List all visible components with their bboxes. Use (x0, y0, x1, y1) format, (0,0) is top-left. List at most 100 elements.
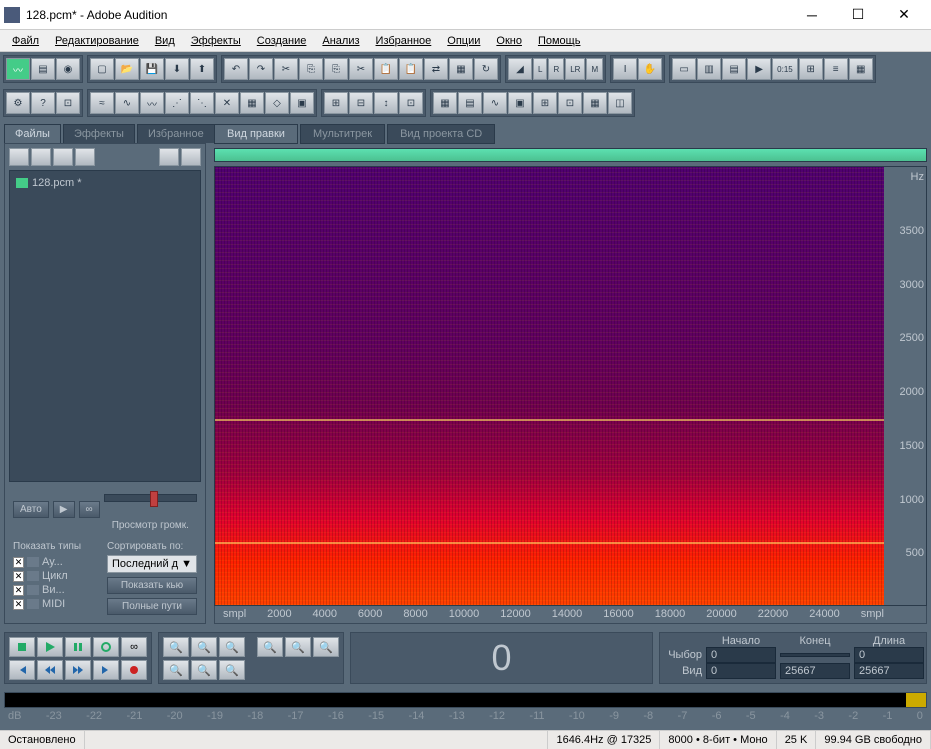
convert-icon[interactable]: ⇄ (424, 58, 448, 80)
mix-paste-icon[interactable]: 📋 (399, 58, 423, 80)
import-icon[interactable]: ⬇ (165, 58, 189, 80)
panel1-icon[interactable]: ▥ (697, 58, 721, 80)
spectral-icon[interactable]: ◢ (508, 58, 532, 80)
zoom-out-v-icon[interactable]: 🔍 (191, 660, 217, 680)
view5-icon[interactable]: ⊞ (533, 92, 557, 114)
sel-length-input[interactable]: 0 (854, 647, 924, 663)
waveform-mode-icon[interactable]: 〰 (6, 58, 30, 80)
zoom-full-icon[interactable]: 🔍 (219, 637, 245, 657)
forward-button[interactable] (65, 660, 91, 680)
dock-icon[interactable]: ▭ (672, 58, 696, 80)
file-list[interactable]: 128.pcm * (9, 170, 201, 482)
go-start-button[interactable] (9, 660, 35, 680)
fx5-icon[interactable]: ⋱ (190, 92, 214, 114)
view2-icon[interactable]: ▤ (458, 92, 482, 114)
level-meter[interactable] (4, 692, 927, 708)
sel-end-input[interactable] (780, 653, 850, 657)
rewind-button[interactable] (37, 660, 63, 680)
insert-file-icon[interactable] (53, 148, 73, 166)
cd-mode-icon[interactable]: ◉ (56, 58, 80, 80)
save-icon[interactable]: 💾 (140, 58, 164, 80)
menu-view[interactable]: Вид (149, 33, 181, 49)
loop-icon[interactable]: ↻ (474, 58, 498, 80)
transport-icon[interactable]: ▶ (747, 58, 771, 80)
cursor-icon[interactable]: I (613, 58, 637, 80)
chan-both-icon[interactable]: LR (565, 58, 585, 80)
menu-window[interactable]: Окно (490, 33, 528, 49)
chan-mix-icon[interactable]: M (586, 58, 603, 80)
zoom-sel-icon[interactable]: 🔍 (257, 637, 283, 657)
play-to-end-button[interactable]: ∞ (121, 637, 147, 657)
meter-icon[interactable]: ≡ (824, 58, 848, 80)
trim-icon[interactable]: ✂ (274, 58, 298, 80)
view6-icon[interactable]: ⊡ (558, 92, 582, 114)
help-icon[interactable]: ? (31, 92, 55, 114)
multitrack-mode-icon[interactable]: ▤ (31, 58, 55, 80)
sel-icon[interactable]: ⊞ (799, 58, 823, 80)
loop-preview-icon[interactable]: ∞ (79, 501, 100, 518)
play-preview-icon[interactable]: ▶ (53, 501, 75, 518)
fx4-icon[interactable]: ⋰ (165, 92, 189, 114)
tab-favorites[interactable]: Избранное (137, 124, 215, 143)
fx2-icon[interactable]: ∿ (115, 92, 139, 114)
type-video[interactable]: ✕Ви... (13, 583, 103, 597)
chan-right-icon[interactable]: R (548, 58, 564, 80)
sel-start-input[interactable]: 0 (706, 647, 776, 663)
import-file-icon[interactable] (9, 148, 29, 166)
zoom-in-v-icon[interactable]: 🔍 (163, 660, 189, 680)
play-button[interactable] (37, 637, 63, 657)
panel2-icon[interactable]: ▤ (722, 58, 746, 80)
redo-icon[interactable]: ↷ (249, 58, 273, 80)
auto-button[interactable]: Авто (13, 501, 49, 518)
paste-icon[interactable]: 📋 (374, 58, 398, 80)
close-button[interactable]: ✕ (881, 1, 927, 29)
view3-icon[interactable]: ∿ (483, 92, 507, 114)
close-file-icon[interactable] (31, 148, 51, 166)
view8-icon[interactable]: ◫ (608, 92, 632, 114)
copy-icon[interactable]: ⎘ (299, 58, 323, 80)
view1-icon[interactable]: ▦ (433, 92, 457, 114)
menu-file[interactable]: Файл (6, 33, 45, 49)
fx3-icon[interactable]: 〰 (140, 92, 164, 114)
new-icon[interactable]: ▢ (90, 58, 114, 80)
undo-icon[interactable]: ↶ (224, 58, 248, 80)
type-loop[interactable]: ✕Цикл (13, 569, 103, 583)
cut-icon[interactable]: ✂ (349, 58, 373, 80)
view-end-input[interactable]: 25667 (780, 663, 850, 679)
script-icon[interactable]: ⚙ (6, 92, 30, 114)
sort-dropdown[interactable]: Последний д▼ (107, 555, 197, 573)
menu-help[interactable]: Помощь (532, 33, 587, 49)
fx1-icon[interactable]: ≈ (90, 92, 114, 114)
marker4-icon[interactable]: ⊡ (399, 92, 423, 114)
fx9-icon[interactable]: ▣ (290, 92, 314, 114)
view-start-input[interactable]: 0 (706, 663, 776, 679)
settings-icon[interactable]: ⊡ (56, 92, 80, 114)
file-item[interactable]: 128.pcm * (14, 175, 196, 191)
chan-left-icon[interactable]: L (533, 58, 547, 80)
mixer-icon[interactable]: ▦ (849, 58, 873, 80)
view4-icon[interactable]: ▣ (508, 92, 532, 114)
group-icon[interactable]: ▦ (449, 58, 473, 80)
hand-icon[interactable]: ✋ (638, 58, 662, 80)
stop-button[interactable] (9, 637, 35, 657)
menu-generate[interactable]: Создание (251, 33, 313, 49)
minimize-button[interactable]: ─ (789, 1, 835, 29)
zoom-in-left-icon[interactable]: 🔍 (285, 637, 311, 657)
record-button[interactable] (121, 660, 147, 680)
tab-cd-view[interactable]: Вид проекта CD (387, 124, 495, 144)
view7-icon[interactable]: ▦ (583, 92, 607, 114)
type-audio[interactable]: ✕Ау... (13, 555, 103, 569)
full-paths-button[interactable]: Полные пути (107, 598, 197, 615)
tab-files[interactable]: Файлы (4, 124, 61, 143)
fx6-icon[interactable]: ✕ (215, 92, 239, 114)
spectrogram-display[interactable] (215, 167, 884, 605)
navigator-bar[interactable] (214, 148, 927, 162)
type-midi[interactable]: ✕MIDI (13, 597, 103, 611)
tab-effects[interactable]: Эффекты (63, 124, 135, 143)
fx7-icon[interactable]: ▦ (240, 92, 264, 114)
tab-edit-view[interactable]: Вид правки (214, 124, 298, 144)
volume-slider[interactable] (104, 494, 197, 518)
options2-icon[interactable] (181, 148, 201, 166)
zoom-out-h-icon[interactable]: 🔍 (191, 637, 217, 657)
menu-edit[interactable]: Редактирование (49, 33, 145, 49)
